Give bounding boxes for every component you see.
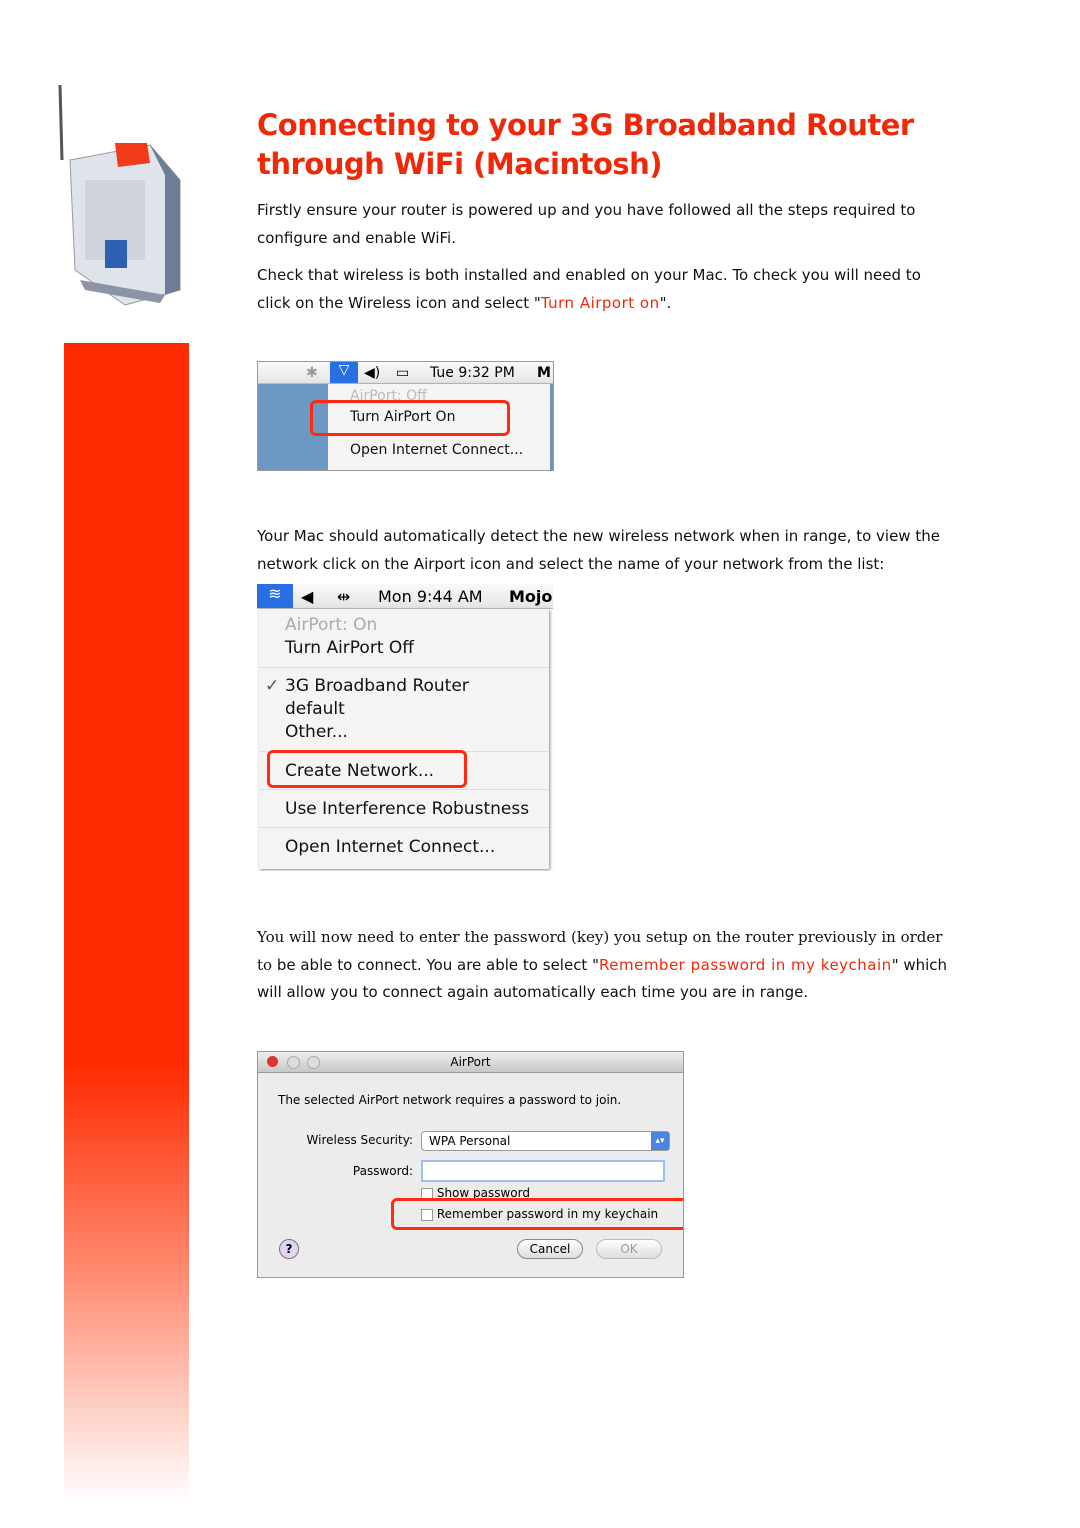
highlight-box xyxy=(391,1198,683,1230)
network-item[interactable]: Other... xyxy=(285,722,348,742)
chevron-updown-icon: ▴▾ xyxy=(651,1132,669,1150)
dialog-message: The selected AirPort network requires a … xyxy=(278,1093,622,1107)
network-item[interactable]: 3G Broadband Router xyxy=(285,676,469,696)
turn-airport-off-item[interactable]: Turn AirPort Off xyxy=(285,638,414,658)
open-internet-connect-item[interactable]: Open Internet Connect... xyxy=(285,837,495,857)
menu-extra: M xyxy=(537,364,551,381)
highlight-turn-airport-on: Turn Airport on xyxy=(540,293,660,312)
interference-item[interactable]: Use Interference Robustness xyxy=(285,799,529,819)
text: be able to connect. You are able to sele… xyxy=(276,955,599,974)
clock: Mon 9:44 AM xyxy=(378,586,483,606)
clock: Tue 9:32 PM xyxy=(430,364,515,381)
ok-button[interactable]: OK xyxy=(596,1239,662,1259)
user-name: Mojo xyxy=(509,586,553,606)
password-label: Password: xyxy=(352,1164,413,1178)
highlight-box xyxy=(310,400,510,436)
cancel-button[interactable]: Cancel xyxy=(517,1239,583,1259)
highlight-remember-password: Remember password in my keychain xyxy=(599,955,892,974)
dialog-title: AirPort xyxy=(450,1055,491,1069)
title-line-2: through WiFi (Macintosh) xyxy=(257,147,663,181)
status: AirPort: On xyxy=(285,615,378,635)
dialog-title-bar: AirPort xyxy=(258,1052,683,1073)
page: Connecting to your 3G Broadband Router th… xyxy=(0,0,1080,1528)
wifi-icon[interactable]: ▽ xyxy=(330,362,358,383)
bluetooth-icon: ✱ xyxy=(306,364,318,381)
router-image xyxy=(58,85,181,306)
red-sidebar-bar xyxy=(64,343,189,1503)
page-title: Connecting to your 3G Broadband Router th… xyxy=(257,106,914,184)
network-item[interactable]: default xyxy=(285,699,345,719)
intro-paragraph: Firstly ensure your router is powered up… xyxy=(257,201,916,247)
checkmark-icon: ✓ xyxy=(265,676,280,696)
separator xyxy=(259,827,549,828)
check-paragraph: Check that wireless is both installed an… xyxy=(257,262,957,317)
airport-dialog-screenshot: AirPort The selected AirPort network req… xyxy=(257,1051,684,1278)
help-button[interactable]: ? xyxy=(279,1239,299,1259)
separator xyxy=(259,789,549,790)
text: ". xyxy=(659,293,672,312)
wireless-security-select[interactable]: WPA Personal ▴▾ xyxy=(421,1131,670,1151)
open-internet-connect-item[interactable]: Open Internet Connect... xyxy=(350,442,523,458)
menu-bar: ✱ ▽ ◀) ▭ Tue 9:32 PM M xyxy=(258,362,553,384)
wifi-icon[interactable]: ≋ xyxy=(257,584,293,608)
menu-bar: ≋ ◀ ⇹ Mon 9:44 AM Mojo xyxy=(257,584,553,609)
screenshot-network-menu: ≋ ◀ ⇹ Mon 9:44 AM Mojo AirPort: On Turn … xyxy=(257,584,553,871)
password-input[interactable] xyxy=(421,1160,665,1182)
detect-paragraph: Your Mac should automatically detect the… xyxy=(257,527,940,573)
airport-menu: AirPort: On Turn AirPort Off ✓ 3G Broadb… xyxy=(259,609,549,869)
screenshot-turn-airport-on: ✱ ▽ ◀) ▭ Tue 9:32 PM M AirPort: Off Turn… xyxy=(257,361,554,471)
battery-icon: ▭ xyxy=(396,364,410,381)
highlight-box xyxy=(267,750,467,788)
volume-icon: ◀ xyxy=(301,586,314,606)
battery-icon: ⇹ xyxy=(337,586,351,606)
password-paragraph: You will now need to enter the password … xyxy=(257,924,957,1007)
volume-icon: ◀) xyxy=(364,364,381,381)
separator xyxy=(259,667,549,668)
select-value: WPA Personal xyxy=(429,1134,511,1148)
title-line-1: Connecting to your 3G Broadband Router xyxy=(257,108,914,142)
security-label: Wireless Security: xyxy=(306,1133,413,1147)
